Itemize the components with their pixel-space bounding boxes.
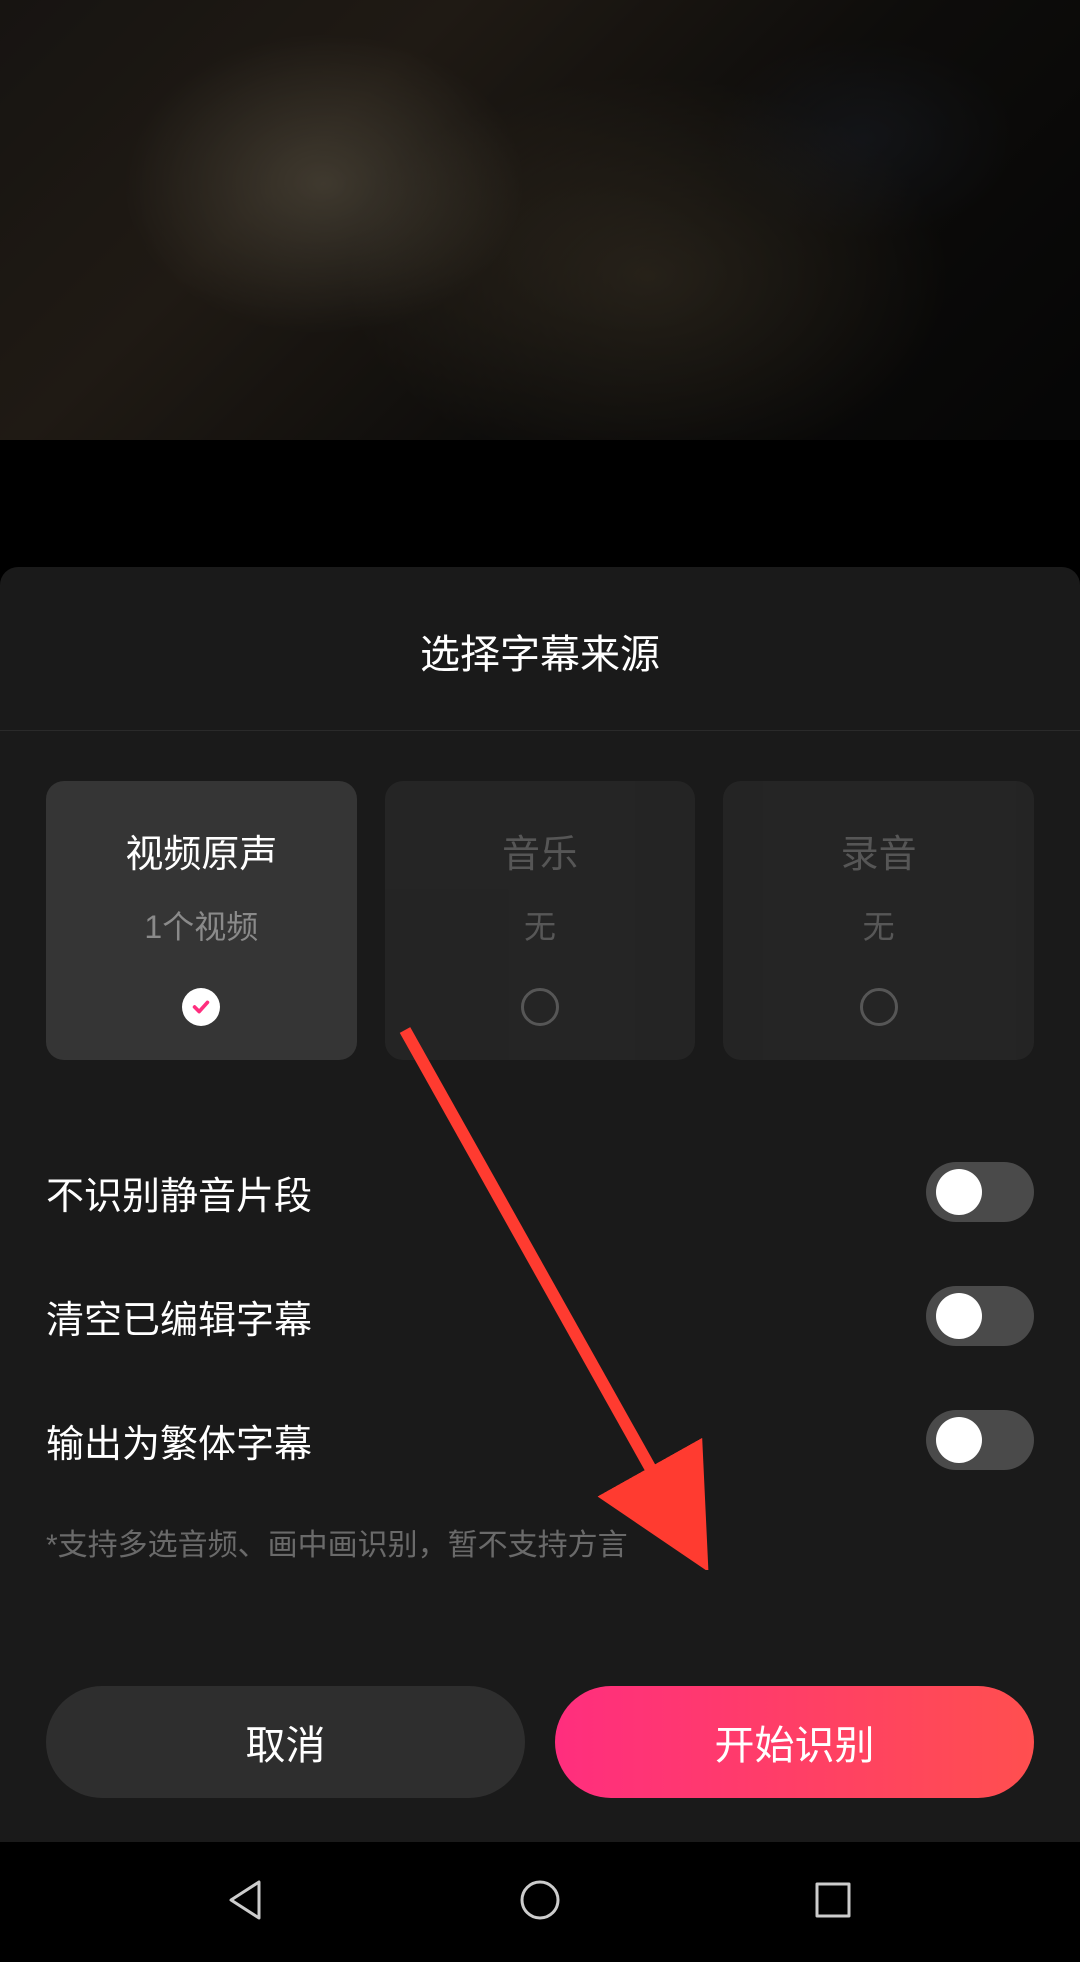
option-row-traditional-output: 输出为繁体字幕 bbox=[46, 1378, 1034, 1502]
radio-unchecked-icon bbox=[521, 988, 559, 1026]
source-card-subtitle: 无 bbox=[863, 902, 895, 948]
option-row-clear-edited: 清空已编辑字幕 bbox=[46, 1254, 1034, 1378]
source-card-title: 录音 bbox=[841, 823, 917, 878]
start-button-label: 开始识别 bbox=[715, 1713, 875, 1771]
source-cards-row: 视频原声 1个视频 音乐 无 录音 无 bbox=[0, 731, 1080, 1090]
start-recognition-button[interactable]: 开始识别 bbox=[555, 1686, 1034, 1798]
radio-unchecked-icon bbox=[860, 988, 898, 1026]
hint-text: *支持多选音频、画中画识别，暂不支持方言 bbox=[0, 1502, 1080, 1564]
toggle-skip-silence[interactable] bbox=[926, 1162, 1034, 1222]
source-card-title: 视频原声 bbox=[125, 823, 277, 878]
system-nav-bar bbox=[0, 1842, 1080, 1962]
option-row-skip-silence: 不识别静音片段 bbox=[46, 1130, 1034, 1254]
video-preview-area bbox=[0, 0, 1080, 460]
cancel-button-label: 取消 bbox=[246, 1713, 326, 1771]
option-label: 不识别静音片段 bbox=[46, 1165, 312, 1220]
option-label: 清空已编辑字幕 bbox=[46, 1289, 312, 1344]
source-card-subtitle: 1个视频 bbox=[144, 902, 258, 948]
nav-home-icon[interactable] bbox=[516, 1876, 564, 1929]
option-label: 输出为繁体字幕 bbox=[46, 1413, 312, 1468]
source-card-music[interactable]: 音乐 无 bbox=[385, 781, 696, 1060]
cancel-button[interactable]: 取消 bbox=[46, 1686, 525, 1798]
toggle-clear-edited[interactable] bbox=[926, 1286, 1034, 1346]
source-card-title: 音乐 bbox=[502, 823, 578, 878]
toggle-traditional-output[interactable] bbox=[926, 1410, 1034, 1470]
source-card-subtitle: 无 bbox=[524, 902, 556, 948]
options-list: 不识别静音片段 清空已编辑字幕 输出为繁体字幕 bbox=[0, 1090, 1080, 1502]
source-card-video-original[interactable]: 视频原声 1个视频 bbox=[46, 781, 357, 1060]
source-card-recording[interactable]: 录音 无 bbox=[723, 781, 1034, 1060]
footer-buttons: 取消 开始识别 bbox=[46, 1686, 1034, 1798]
toggle-knob bbox=[936, 1169, 982, 1215]
subtitle-source-sheet: 选择字幕来源 视频原声 1个视频 音乐 无 录音 无 不识别静音片段 bbox=[0, 567, 1080, 1842]
sheet-title: 选择字幕来源 bbox=[0, 567, 1080, 731]
nav-recent-icon[interactable] bbox=[809, 1876, 857, 1929]
nav-back-icon[interactable] bbox=[223, 1876, 271, 1929]
radio-checked-icon bbox=[182, 988, 220, 1026]
toggle-knob bbox=[936, 1417, 982, 1463]
toggle-knob bbox=[936, 1293, 982, 1339]
